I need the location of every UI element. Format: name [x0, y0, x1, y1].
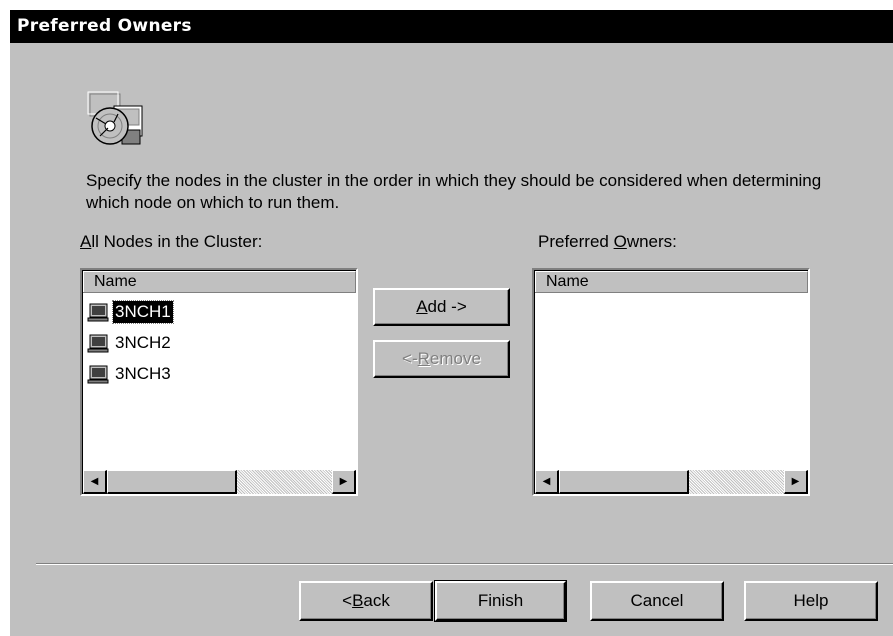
finish-button[interactable]: Finish [434, 580, 567, 622]
remove-button[interactable]: <- Remove [373, 340, 510, 378]
column-header-name[interactable]: Name [535, 271, 808, 292]
all-nodes-list[interactable]: Name 3NCH1 3NCH2 3NCH3 ◀ ▶ [80, 268, 358, 496]
preferred-owners-header: Name [535, 271, 808, 293]
add-button[interactable]: Add -> [373, 288, 510, 326]
preferred-owners-label: Preferred Owners: [538, 232, 677, 251]
computer-node-icon [87, 334, 109, 352]
node-name: 3NCH3 [115, 363, 171, 383]
arrow-left-icon[interactable]: ◀ [535, 470, 559, 494]
preferred-owners-dialog: Preferred Owners Specify the nodes in th… [9, 9, 893, 636]
computer-node-icon [87, 303, 109, 321]
node-name: 3NCH2 [115, 332, 171, 352]
list-item[interactable]: 3NCH1 [87, 296, 356, 327]
list-item[interactable]: 3NCH3 [87, 358, 356, 389]
column-header-name[interactable]: Name [83, 271, 356, 292]
computer-node-icon [87, 365, 109, 383]
horizontal-scrollbar[interactable]: ◀ ▶ [83, 470, 356, 494]
scrollbar-thumb[interactable] [559, 470, 689, 494]
arrow-right-icon[interactable]: ▶ [784, 470, 808, 494]
arrow-right-icon[interactable]: ▶ [332, 470, 356, 494]
help-button[interactable]: Help [744, 581, 878, 621]
node-name: 3NCH1 [112, 299, 174, 324]
all-nodes-header: Name [83, 271, 356, 293]
arrow-left-icon[interactable]: ◀ [83, 470, 107, 494]
list-item[interactable]: 3NCH2 [87, 327, 356, 358]
scrollbar-thumb[interactable] [107, 470, 237, 494]
preferred-owners-list[interactable]: Name ◀ ▶ [532, 268, 810, 496]
description-text: Specify the nodes in the cluster in the … [86, 171, 822, 212]
title-bar: Preferred Owners [10, 10, 893, 43]
horizontal-scrollbar[interactable]: ◀ ▶ [535, 470, 808, 494]
separator [36, 563, 893, 565]
cancel-button[interactable]: Cancel [590, 581, 724, 621]
all-nodes-label: All Nodes in the Cluster: [80, 232, 263, 251]
cluster-disk-icon [87, 91, 143, 145]
back-button[interactable]: < Back [299, 581, 433, 621]
